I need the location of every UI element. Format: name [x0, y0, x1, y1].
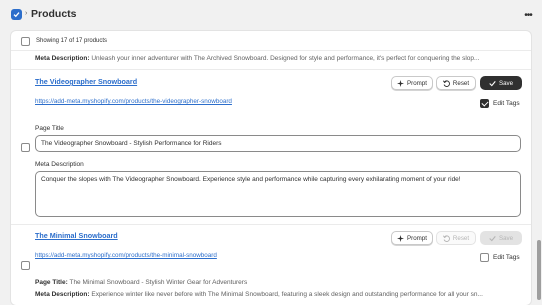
edit-tags-label: Edit Tags: [493, 100, 520, 107]
prev-item-meta-label: Meta Description:: [35, 55, 90, 62]
row-checkbox[interactable]: [21, 261, 30, 270]
page-title-label: Page Title:: [35, 279, 68, 286]
reset-button[interactable]: Reset: [436, 76, 476, 90]
page-title-input[interactable]: The Videographer Snowboard - Stylish Per…: [35, 135, 521, 152]
checkmark-icon: [489, 80, 496, 86]
prompt-label: Prompt: [407, 79, 427, 87]
list-header: Showing 17 of 17 products: [11, 31, 531, 51]
page-title-label: Page Title: [35, 125, 64, 132]
save-label: Save: [498, 234, 514, 242]
prompt-button[interactable]: Prompt: [391, 231, 433, 245]
row-checkbox[interactable]: [21, 143, 30, 152]
page-title: Products: [31, 8, 77, 20]
row-divider: [11, 69, 531, 70]
page-header: › Products •••: [0, 0, 542, 28]
reset-label: Reset: [452, 234, 470, 242]
sparkle-icon: [397, 234, 405, 242]
checkmark-icon: [489, 235, 496, 241]
prompt-button[interactable]: Prompt: [391, 76, 433, 90]
meta-description-value: Experience winter like never before with…: [91, 291, 483, 298]
product-url-link[interactable]: https://add-meta.myshopify.com/products/…: [35, 252, 217, 259]
product-title-link[interactable]: The Minimal Snowboard: [35, 231, 118, 240]
reset-icon: [442, 234, 450, 242]
sparkle-icon: [397, 79, 405, 87]
prompt-label: Prompt: [407, 234, 427, 242]
reset-label: Reset: [452, 79, 470, 87]
prev-item-meta-description: Meta Description: Unleash your inner adv…: [35, 55, 479, 62]
meta-description-label: Meta Description:: [35, 291, 90, 298]
save-button[interactable]: Save: [480, 231, 522, 245]
edit-tags-checkbox[interactable]: [480, 99, 489, 108]
save-button[interactable]: Save: [480, 76, 522, 90]
select-all-checkbox[interactable]: [21, 37, 30, 46]
page-title-line: Page Title: The Minimal Snowboard - Styl…: [35, 279, 247, 286]
breadcrumb-chevron-icon: ›: [25, 10, 28, 17]
meta-description-textarea[interactable]: Conquer the slopes with The Videographer…: [35, 171, 521, 217]
reset-button[interactable]: Reset: [436, 231, 476, 245]
edit-tags-checkbox[interactable]: [480, 253, 489, 262]
row-divider: [11, 224, 531, 225]
ellipsis-icon[interactable]: •••: [520, 9, 536, 21]
edit-tags-label: Edit Tags: [493, 254, 520, 261]
reset-icon: [442, 79, 450, 87]
meta-description-line: Meta Description: Experience winter like…: [35, 291, 483, 298]
product-url-link[interactable]: https://add-meta.myshopify.com/products/…: [35, 98, 232, 105]
products-count: Showing 17 of 17 products: [36, 38, 108, 44]
app-checkbox-icon[interactable]: [11, 9, 22, 20]
prev-item-meta-value: Unleash your inner adventurer with The A…: [91, 55, 480, 62]
save-label: Save: [498, 79, 514, 87]
page-scrollbar[interactable]: [537, 240, 541, 300]
meta-description-label: Meta Description: [35, 161, 84, 168]
product-title-link[interactable]: The Videographer Snowboard: [35, 77, 137, 86]
products-card: Showing 17 of 17 products Meta Descripti…: [10, 30, 532, 305]
page-title-value: The Minimal Snowboard - Stylish Winter G…: [69, 279, 248, 286]
